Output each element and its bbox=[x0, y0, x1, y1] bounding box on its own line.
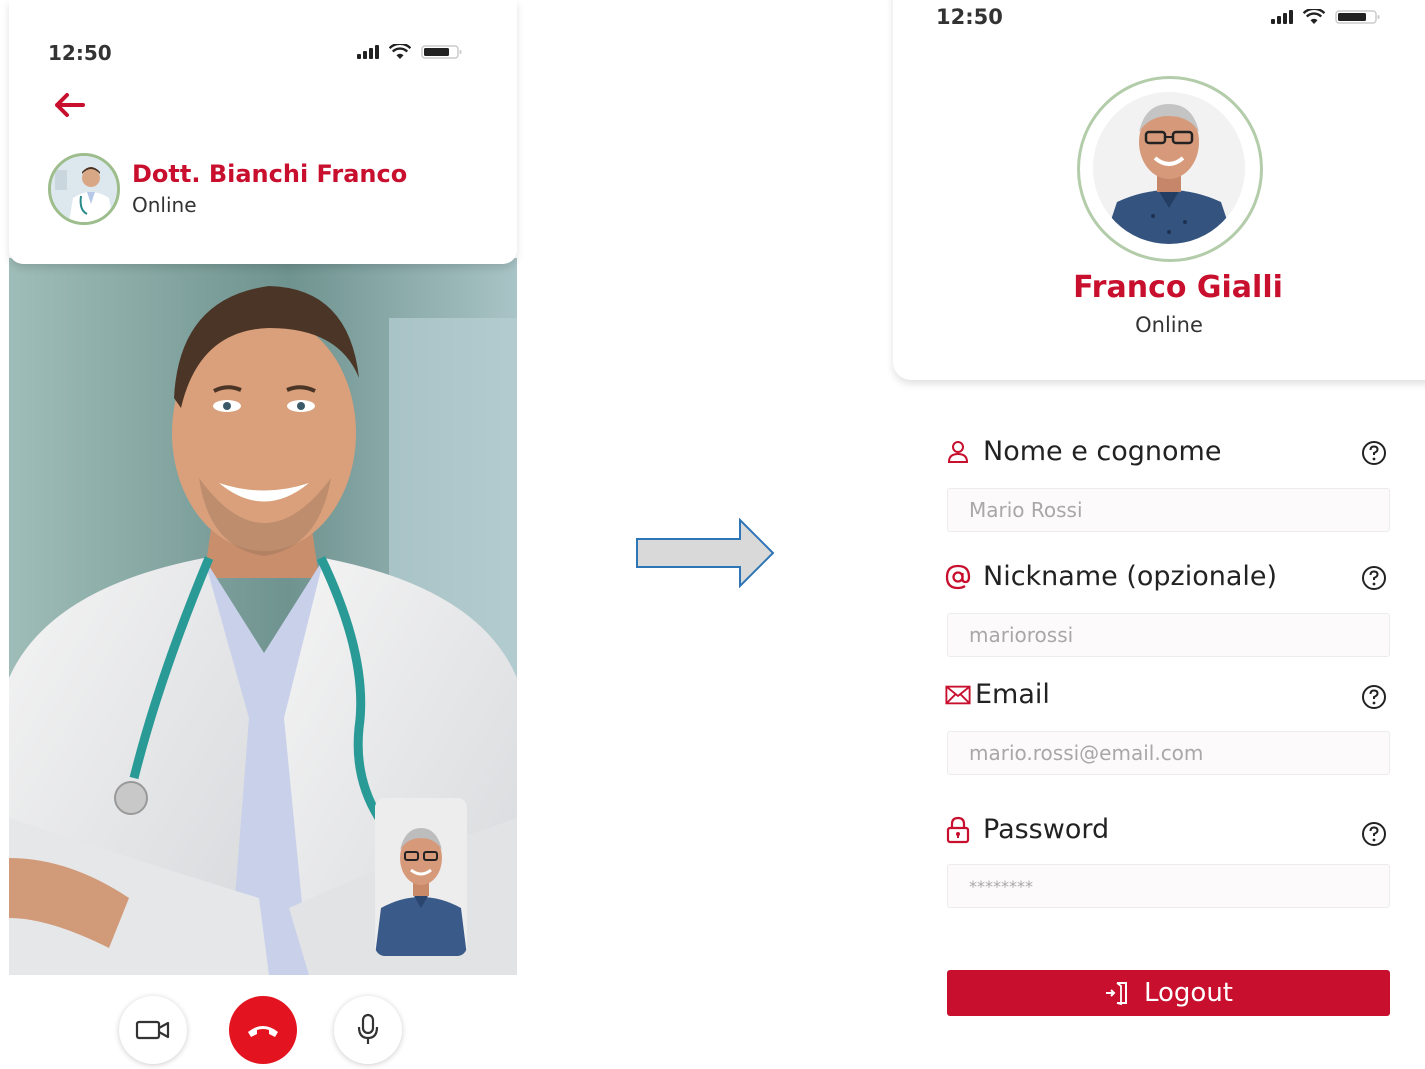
nickname-field-label: Nickname (opzionale) bbox=[945, 561, 1277, 592]
doctor-name: Dott. Bianchi Franco bbox=[132, 160, 408, 188]
wifi-icon bbox=[1303, 9, 1325, 25]
video-toggle-button[interactable] bbox=[119, 996, 187, 1064]
nickname-label-text: Nickname (opzionale) bbox=[983, 561, 1278, 592]
profile-status: Online bbox=[1135, 313, 1203, 337]
battery-icon bbox=[1335, 9, 1381, 25]
doctor-avatar bbox=[48, 153, 120, 225]
help-icon[interactable] bbox=[1361, 821, 1387, 847]
at-icon bbox=[945, 564, 971, 590]
help-icon[interactable] bbox=[1361, 440, 1387, 466]
status-bar-right: 12:50 bbox=[936, 5, 1003, 29]
logout-button[interactable]: Logout bbox=[947, 970, 1390, 1016]
name-input[interactable] bbox=[947, 488, 1390, 532]
microphone-icon bbox=[357, 1013, 379, 1044]
status-icons-left bbox=[357, 44, 463, 60]
help-icon[interactable] bbox=[1361, 565, 1387, 591]
logout-icon bbox=[1105, 982, 1127, 1006]
self-video-preview[interactable] bbox=[375, 798, 467, 956]
name-field-label: Nome e cognome bbox=[945, 436, 1221, 467]
password-field-label: Password bbox=[945, 814, 1109, 845]
password-label-text: Password bbox=[983, 814, 1110, 845]
battery-icon bbox=[421, 44, 463, 60]
mail-icon bbox=[945, 682, 971, 708]
user-icon bbox=[945, 439, 971, 465]
call-controls bbox=[0, 996, 526, 1069]
email-input[interactable] bbox=[947, 731, 1390, 775]
nickname-input[interactable] bbox=[947, 613, 1390, 657]
signal-icon bbox=[1271, 10, 1293, 24]
screen-comparison: 12:50 Dott. Bianchi Franco Online 12:50 … bbox=[0, 0, 1425, 1069]
hang-up-icon bbox=[248, 1026, 278, 1037]
mute-button[interactable] bbox=[334, 996, 402, 1064]
signal-icon bbox=[357, 45, 379, 59]
wifi-icon bbox=[389, 44, 411, 60]
transition-arrow-icon bbox=[636, 518, 775, 588]
profile-name: Franco Gialli bbox=[1073, 270, 1283, 305]
email-label-text: Email bbox=[975, 679, 1050, 710]
name-label-text: Nome e cognome bbox=[983, 436, 1222, 467]
status-time: 12:50 bbox=[936, 5, 1003, 29]
email-field-label: Email bbox=[945, 679, 1050, 710]
password-input[interactable] bbox=[947, 864, 1390, 908]
lock-icon bbox=[945, 816, 971, 843]
logout-label: Logout bbox=[1143, 978, 1234, 1008]
help-icon[interactable] bbox=[1361, 684, 1387, 710]
status-icons-right bbox=[1271, 9, 1381, 25]
status-bar-left: 12:50 bbox=[48, 41, 112, 65]
end-call-button[interactable] bbox=[229, 996, 297, 1064]
doctor-status: Online bbox=[132, 193, 197, 217]
status-time: 12:50 bbox=[48, 41, 112, 65]
remote-video bbox=[9, 258, 517, 975]
back-arrow-icon[interactable] bbox=[52, 90, 86, 120]
profile-avatar[interactable] bbox=[1093, 92, 1245, 244]
video-camera-icon bbox=[135, 1020, 170, 1040]
